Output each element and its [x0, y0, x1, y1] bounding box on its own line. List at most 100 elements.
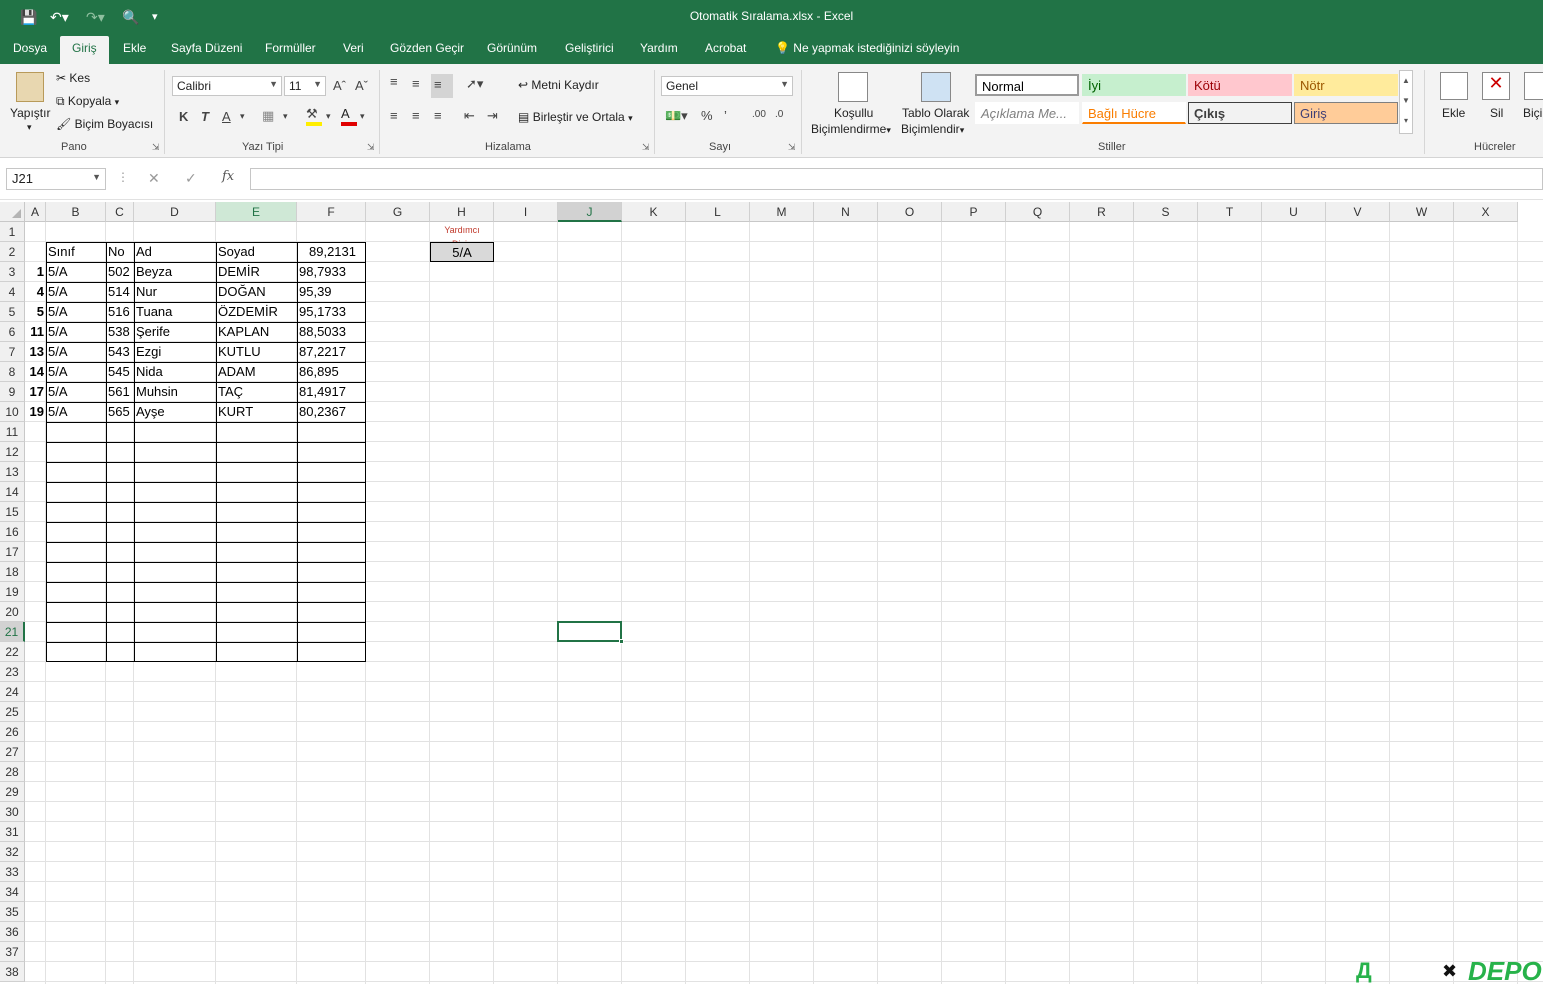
- row-header-1[interactable]: 1: [0, 222, 25, 242]
- format-cells-icon[interactable]: [1524, 72, 1543, 100]
- column-header-h[interactable]: H: [430, 202, 494, 222]
- column-header-x[interactable]: X: [1454, 202, 1518, 222]
- tab-ekle[interactable]: Ekle: [123, 41, 146, 55]
- name-box[interactable]: J21 ▼: [6, 168, 106, 190]
- cell-style-5[interactable]: Açıklama Me...: [975, 102, 1079, 124]
- conditional-formatting-button[interactable]: Koşullu: [834, 106, 873, 120]
- format-as-table-label[interactable]: Biçimlendir▾: [901, 122, 964, 136]
- row-header-12[interactable]: 12: [0, 442, 25, 462]
- row-header-22[interactable]: 22: [0, 642, 25, 662]
- column-header-a[interactable]: A: [25, 202, 46, 222]
- tab-sayfa-duzeni[interactable]: Sayfa Düzeni: [171, 41, 242, 55]
- tab-gelistirici[interactable]: Geliştirici: [565, 41, 614, 55]
- italic-button[interactable]: T: [201, 109, 209, 124]
- cancel-icon[interactable]: ✕: [148, 170, 160, 187]
- row-header-15[interactable]: 15: [0, 502, 25, 522]
- row-header-20[interactable]: 20: [0, 602, 25, 622]
- align-top-icon[interactable]: ≡: [390, 74, 398, 89]
- row-header-3[interactable]: 3: [0, 262, 25, 282]
- row-header-25[interactable]: 25: [0, 702, 25, 722]
- row-header-10[interactable]: 10: [0, 402, 25, 422]
- column-header-r[interactable]: R: [1070, 202, 1134, 222]
- align-left-icon[interactable]: ≡: [390, 108, 398, 123]
- conditional-formatting-label[interactable]: Biçimlendirme▾: [811, 122, 891, 136]
- column-header-w[interactable]: W: [1390, 202, 1454, 222]
- row-header-24[interactable]: 24: [0, 682, 25, 702]
- insert-function-icon[interactable]: fx: [222, 169, 234, 184]
- align-middle-icon[interactable]: ≡: [412, 76, 420, 91]
- row-header-32[interactable]: 32: [0, 842, 25, 862]
- paste-button[interactable]: Yapıştır: [10, 106, 50, 120]
- tab-veri[interactable]: Veri: [343, 41, 364, 55]
- table-row-rank[interactable]: 17: [25, 382, 46, 402]
- row-header-27[interactable]: 27: [0, 742, 25, 762]
- cell-style-6[interactable]: Bağlı Hücre: [1082, 102, 1186, 124]
- increase-indent-icon[interactable]: ⇥: [487, 108, 498, 124]
- cell-style-1[interactable]: Normal: [975, 74, 1079, 96]
- tab-gorunum[interactable]: Görünüm: [487, 41, 537, 55]
- column-header-b[interactable]: B: [46, 202, 106, 222]
- tab-yardim[interactable]: Yardım: [640, 41, 678, 55]
- align-right-icon[interactable]: ≡: [434, 108, 442, 123]
- borders-icon[interactable]: ▦: [262, 108, 274, 124]
- format-cells-button[interactable]: Biçi: [1523, 106, 1542, 120]
- tab-acrobat[interactable]: Acrobat: [705, 41, 746, 55]
- column-header-j[interactable]: J: [558, 202, 622, 222]
- tab-gozden-gecir[interactable]: Gözden Geçir: [390, 41, 464, 55]
- row-header-16[interactable]: 16: [0, 522, 25, 542]
- delete-cells-icon[interactable]: ✕: [1482, 72, 1510, 100]
- dialog-launcher-icon[interactable]: ⇲: [367, 142, 375, 153]
- merge-center-button[interactable]: ▤ Birleştir ve Ortala ▾: [518, 110, 633, 124]
- table-row-rank[interactable]: 1: [25, 262, 46, 282]
- tab-dosya[interactable]: Dosya: [13, 41, 47, 55]
- format-as-table-button[interactable]: Tablo Olarak: [902, 106, 969, 120]
- row-header-9[interactable]: 9: [0, 382, 25, 402]
- table-row-rank[interactable]: 13: [25, 342, 46, 362]
- tell-me-box[interactable]: 💡 Ne yapmak istediğinizi söyleyin: [775, 41, 959, 55]
- font-color-icon[interactable]: A: [341, 106, 357, 126]
- row-header-26[interactable]: 26: [0, 722, 25, 742]
- column-header-l[interactable]: L: [686, 202, 750, 222]
- increase-decimal-icon[interactable]: .00: [752, 109, 766, 120]
- row-header-23[interactable]: 23: [0, 662, 25, 682]
- row-header-35[interactable]: 35: [0, 902, 25, 922]
- increase-font-icon[interactable]: Aˆ: [333, 78, 346, 93]
- table-row-rank[interactable]: 5: [25, 302, 46, 322]
- chevron-down-icon[interactable]: ▾: [283, 111, 288, 122]
- chevron-down-icon[interactable]: ▾: [360, 111, 365, 122]
- row-header-29[interactable]: 29: [0, 782, 25, 802]
- dialog-launcher-icon[interactable]: ⇲: [642, 142, 650, 153]
- decrease-indent-icon[interactable]: ⇤: [464, 108, 475, 124]
- underline-button[interactable]: A: [222, 109, 231, 124]
- column-header-u[interactable]: U: [1262, 202, 1326, 222]
- active-cell-j21[interactable]: [557, 621, 622, 642]
- paste-icon[interactable]: [16, 72, 44, 102]
- row-header-4[interactable]: 4: [0, 282, 25, 302]
- format-as-table-icon[interactable]: [921, 72, 951, 102]
- table-row-rank[interactable]: 14: [25, 362, 46, 382]
- formula-input[interactable]: [250, 168, 1543, 190]
- bold-button[interactable]: K: [179, 109, 188, 124]
- row-header-11[interactable]: 11: [0, 422, 25, 442]
- row-header-8[interactable]: 8: [0, 362, 25, 382]
- table-row-rank[interactable]: 4: [25, 282, 46, 302]
- row-header-13[interactable]: 13: [0, 462, 25, 482]
- column-header-s[interactable]: S: [1134, 202, 1198, 222]
- row-header-14[interactable]: 14: [0, 482, 25, 502]
- chevron-down-icon[interactable]: ▾: [326, 111, 331, 122]
- column-header-i[interactable]: I: [494, 202, 558, 222]
- cell-style-2[interactable]: İyi: [1082, 74, 1186, 96]
- row-header-6[interactable]: 6: [0, 322, 25, 342]
- column-header-c[interactable]: C: [106, 202, 134, 222]
- row-header-2[interactable]: 2: [0, 242, 25, 262]
- copy-button[interactable]: ⧉ Kopyala ▾: [56, 94, 119, 109]
- column-header-f[interactable]: F: [297, 202, 366, 222]
- dialog-launcher-icon[interactable]: ⇲: [788, 142, 796, 153]
- row-header-38[interactable]: 38: [0, 962, 25, 982]
- align-bottom-icon[interactable]: ≡: [431, 74, 453, 98]
- cut-button[interactable]: ✂ Kes: [56, 71, 90, 85]
- row-header-5[interactable]: 5: [0, 302, 25, 322]
- cell-style-7[interactable]: Çıkış: [1188, 102, 1292, 124]
- font-size-combo[interactable]: 11 ▼: [284, 76, 326, 96]
- dialog-launcher-icon[interactable]: ⇲: [152, 142, 160, 153]
